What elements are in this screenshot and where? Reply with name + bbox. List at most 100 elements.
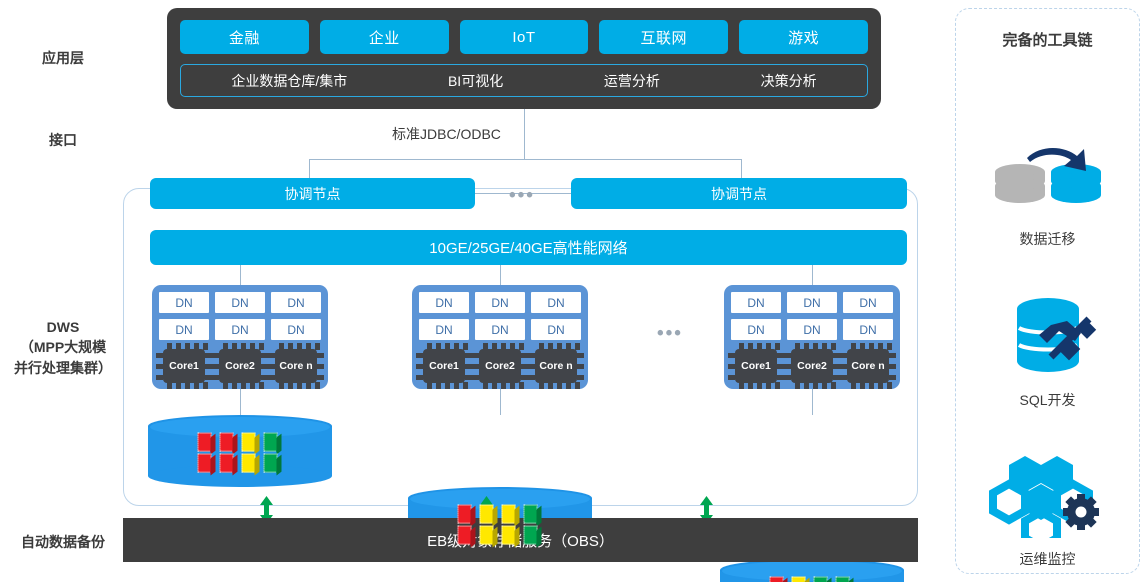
- database-tools-icon: [1016, 298, 1096, 372]
- app-sub-item-dwh: 企业数据仓库/集市: [231, 72, 348, 89]
- cpu-chip-icon: Core n: [840, 343, 896, 389]
- toolchain-caption-ops-monitoring: 运维监控: [1019, 551, 1076, 567]
- app-sub-item-ops: 运营分析: [603, 72, 660, 89]
- storage-block: [241, 432, 256, 452]
- cpu-chip-icon: Core1: [416, 343, 472, 389]
- connector-app-to-branch: [524, 109, 525, 159]
- core-row: Core1 Core2 Core n: [728, 343, 896, 389]
- dn-row: DN DN DN: [731, 292, 893, 313]
- hexagon-gear-icon: [988, 456, 1099, 552]
- dn-node: DN: [843, 292, 893, 313]
- dn-cluster-3: DN DN DN DN DN DN Core1 Core2 Core n: [724, 285, 900, 389]
- storage-block: [241, 453, 256, 473]
- connector-network-to-cluster-2: [500, 265, 501, 285]
- dn-node: DN: [843, 319, 893, 340]
- storage-block-grid-3: [769, 576, 855, 582]
- dn-node: DN: [531, 292, 581, 313]
- cpu-chip-icon: Core2: [212, 343, 268, 389]
- diagram-canvas: 应用层 接口 DWS （MPP大规模 并行处理集群） 自动数据备份 金融 企业 …: [0, 0, 1147, 582]
- toolchain-item-data-migration[interactable]: 数据迁移: [956, 138, 1139, 249]
- app-sub-item-bi: BI可视化: [447, 72, 504, 89]
- application-tab-row: 金融 企业 IoT 互联网 游戏: [167, 8, 881, 54]
- dn-row: DN DN DN: [419, 319, 581, 340]
- dn-cluster-2: DN DN DN DN DN DN Core1 Core2 Core n: [412, 285, 588, 389]
- dn-row: DN DN DN: [731, 319, 893, 340]
- storage-block-grid-2: [457, 504, 543, 545]
- dn-node: DN: [271, 319, 321, 340]
- dn-row: DN DN DN: [159, 292, 321, 313]
- cpu-chip-icon: Core1: [156, 343, 212, 389]
- core-label: Core2: [791, 349, 833, 383]
- axis-label-interface: 接口: [49, 132, 77, 148]
- cpu-chip-icon: Core2: [784, 343, 840, 389]
- dn-node: DN: [159, 319, 209, 340]
- connector-branch-right-drop: [741, 159, 742, 179]
- connector-branch-left-drop: [309, 159, 310, 179]
- dn-node: DN: [731, 292, 781, 313]
- storage-block: [769, 576, 784, 582]
- storage-block: [457, 525, 472, 545]
- app-tab-enterprise[interactable]: 企业: [319, 20, 449, 54]
- core-label: Core n: [847, 349, 889, 383]
- storage-block: [523, 525, 538, 545]
- dn-node: DN: [159, 292, 209, 313]
- core-label: Core1: [163, 349, 205, 383]
- core-label: Core1: [735, 349, 777, 383]
- dn-node: DN: [787, 292, 837, 313]
- cpu-chip-icon: Core n: [268, 343, 324, 389]
- coordinator-node-left[interactable]: 协调节点: [150, 178, 475, 209]
- coordinator-ellipsis: •••: [509, 185, 535, 206]
- cpu-chip-icon: Core n: [528, 343, 584, 389]
- cluster-ellipsis: •••: [657, 323, 683, 344]
- storage-block: [791, 576, 806, 582]
- storage-block: [813, 576, 828, 582]
- dn-cluster-1: DN DN DN DN DN DN Core1 Core2 Core n: [152, 285, 328, 389]
- storage-block: [197, 453, 212, 473]
- app-sub-item-decision: 决策分析: [760, 72, 817, 89]
- core-label: Core2: [479, 349, 521, 383]
- storage-block: [479, 504, 494, 524]
- toolchain-item-sql-development[interactable]: SQL开发: [956, 295, 1139, 410]
- app-tab-iot[interactable]: IoT: [459, 20, 589, 54]
- dn-node: DN: [215, 292, 265, 313]
- storage-block: [835, 576, 850, 582]
- toolchain-caption-sql-development: SQL开发: [1019, 392, 1076, 408]
- application-subbar: 企业数据仓库/集市 BI可视化 运营分析 决策分析: [180, 64, 868, 97]
- connector-network-to-cluster-3: [812, 265, 813, 285]
- dn-node: DN: [787, 319, 837, 340]
- storage-block: [523, 504, 538, 524]
- cpu-chip-icon: Core1: [728, 343, 784, 389]
- app-tab-internet[interactable]: 互联网: [599, 20, 729, 54]
- dn-node: DN: [271, 292, 321, 313]
- axis-label-application: 应用层: [42, 50, 84, 66]
- dn-node: DN: [215, 319, 265, 340]
- core-label: Core n: [275, 349, 317, 383]
- toolchain-item-ops-monitoring[interactable]: 运维监控: [956, 452, 1139, 569]
- toolchain-caption-data-migration: 数据迁移: [1019, 231, 1076, 247]
- storage-block: [197, 432, 212, 452]
- connector-cluster-3-to-storage: [812, 389, 813, 415]
- dn-node: DN: [419, 319, 469, 340]
- jdbc-odbc-label: 标准JDBC/ODBC: [392, 126, 501, 142]
- app-tab-gaming[interactable]: 游戏: [739, 20, 868, 54]
- dn-node: DN: [419, 292, 469, 313]
- storage-cylinder-1: [148, 415, 332, 487]
- storage-block-grid-1: [197, 432, 283, 473]
- connector-cluster-2-to-storage: [500, 389, 501, 415]
- core-label: Core1: [423, 349, 465, 383]
- app-tab-finance[interactable]: 金融: [180, 20, 309, 54]
- coordinator-node-right[interactable]: 协调节点: [571, 178, 907, 209]
- dn-row: DN DN DN: [159, 319, 321, 340]
- storage-block: [457, 504, 472, 524]
- toolchain-title: 完备的工具链: [1002, 32, 1093, 49]
- connector-network-to-cluster-1: [240, 265, 241, 285]
- dn-row: DN DN DN: [419, 292, 581, 313]
- connector-branch-horizontal: [309, 159, 741, 160]
- storage-block: [219, 453, 234, 473]
- application-layer-panel: 金融 企业 IoT 互联网 游戏 企业数据仓库/集市 BI可视化 运营分析 决策…: [167, 8, 881, 109]
- axis-label-backup: 自动数据备份: [21, 534, 105, 550]
- storage-block: [263, 432, 278, 452]
- storage-cylinder-3: [720, 559, 904, 582]
- storage-block: [263, 453, 278, 473]
- core-row: Core1 Core2 Core n: [156, 343, 324, 389]
